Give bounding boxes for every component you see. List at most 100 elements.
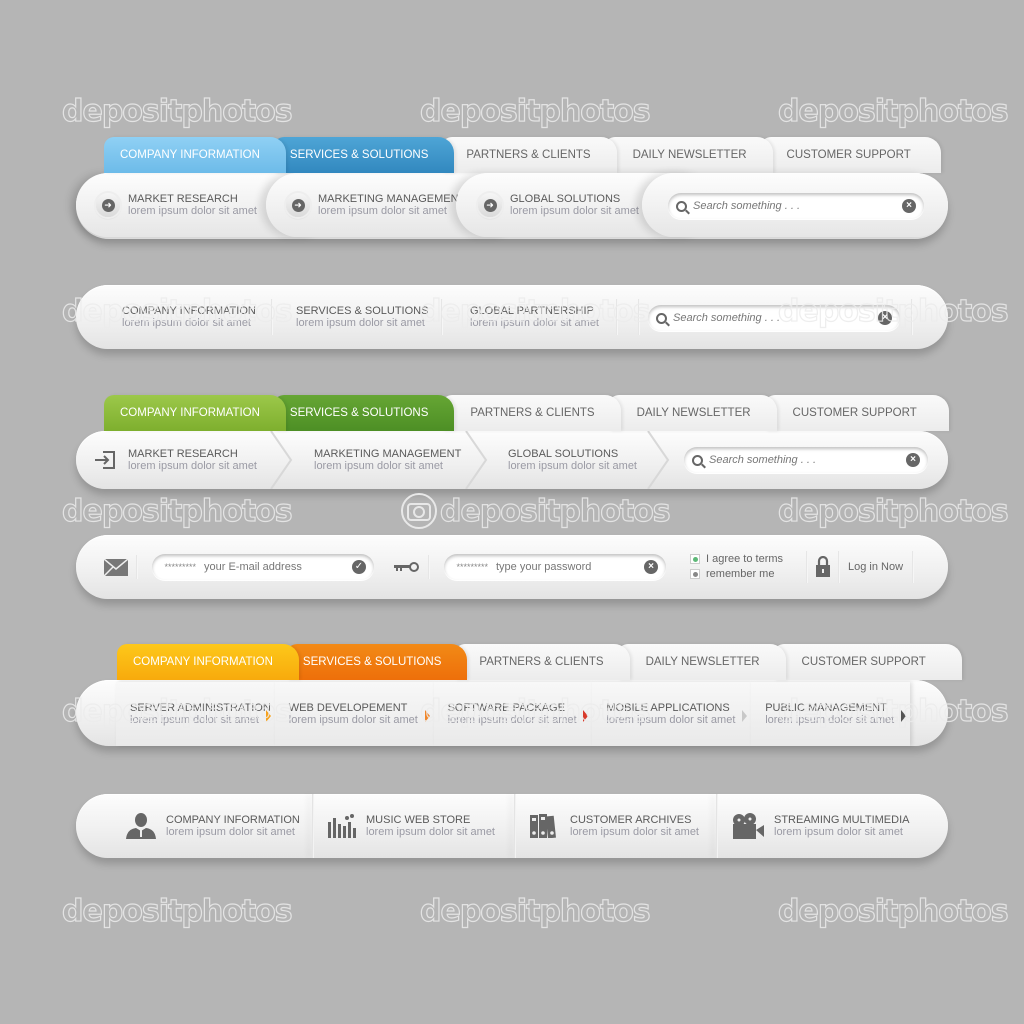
nav-item-streaming-multimedia[interactable]: STREAMING MULTIMEDIA lorem ipsum dolor si… [732, 794, 909, 858]
divider [136, 555, 138, 579]
nav-item-market-research[interactable]: MARKET RESEARCH lorem ipsum dolor sit ame… [94, 431, 257, 489]
tabs-green: COMPANY INFORMATION SERVICES & SOLUTIONS… [104, 395, 949, 431]
item-title: MARKET RESEARCH [128, 448, 238, 460]
item-subtitle: lorem ipsum dolor sit amet [314, 460, 443, 472]
search-box[interactable]: × [668, 193, 924, 219]
search-icon [676, 200, 687, 212]
item-title: WEB DEVELOPEMENT [288, 702, 408, 714]
checkbox-indicator [690, 569, 700, 579]
tab-label: SERVICES & SOLUTIONS [302, 656, 442, 668]
search-icon [692, 454, 703, 466]
arrow-right-circle-icon: ➜ [478, 193, 502, 217]
nav-item-web-development[interactable]: WEB DEVELOPEMENT lorem ipsum dolor sit am… [274, 682, 434, 746]
nav-item-global-partnership[interactable]: GLOBAL PARTNERSHIP lorem ipsum dolor sit … [470, 285, 599, 349]
clear-icon[interactable]: × [644, 560, 658, 574]
item-subtitle: lorem ipsum dolor sit amet [510, 205, 639, 217]
divider [912, 551, 914, 583]
nav-bar-icons: COMPANY INFORMATION lorem ipsum dolor sit… [76, 794, 948, 858]
tab-label: DAILY NEWSLETTER [636, 407, 751, 419]
nav-item-global-solutions[interactable]: GLOBAL SOLUTIONS lorem ipsum dolor sit am… [508, 431, 637, 489]
tab-services-solutions[interactable]: SERVICES & SOLUTIONS [273, 395, 455, 431]
tab-label: PARTNERS & CLIENTS [466, 149, 591, 161]
email-mask: ********* [164, 562, 196, 572]
agree-label: I agree to terms [706, 553, 784, 565]
tabs-orange: COMPANY INFORMATION SERVICES & SOLUTIONS… [117, 644, 962, 680]
nav-item-company-information[interactable]: COMPANY INFORMATION lorem ipsum dolor sit… [126, 794, 300, 858]
nav-item-services-solutions[interactable]: SERVICES & SOLUTIONS lorem ipsum dolor si… [296, 285, 428, 349]
nav-item-company-information[interactable]: COMPANY INFORMATION lorem ipsum dolor sit… [122, 285, 256, 349]
tab-company-information[interactable]: COMPANY INFORMATION [104, 395, 286, 431]
item-title: GLOBAL SOLUTIONS [508, 448, 619, 460]
nav-item-mobile-applications[interactable]: MOBILE APPLICATIONS lorem ipsum dolor sit… [592, 682, 752, 746]
divider [271, 299, 273, 335]
email-field[interactable]: ********* ✓ [152, 554, 374, 580]
item-title: GLOBAL SOLUTIONS [510, 193, 621, 205]
item-subtitle: lorem ipsum dolor sit amet [366, 826, 495, 838]
tab-label: DAILY NEWSLETTER [632, 149, 747, 161]
item-subtitle: lorem ipsum dolor sit amet [296, 317, 425, 329]
item-subtitle: lorem ipsum dolor sit amet [508, 460, 637, 472]
music-chart-icon [328, 814, 356, 838]
item-subtitle: lorem ipsum dolor sit amet [130, 714, 259, 726]
tab-partners-clients[interactable]: PARTNERS & CLIENTS [455, 644, 630, 680]
divider [716, 794, 718, 858]
watermark: depositphotos [439, 493, 671, 529]
watermark: depositphotos [777, 493, 1009, 529]
tab-partners-clients[interactable]: PARTNERS & CLIENTS [442, 395, 621, 431]
item-subtitle: lorem ipsum dolor sit amet [774, 826, 903, 838]
tab-daily-newsletter[interactable]: DAILY NEWSLETTER [617, 644, 786, 680]
search-input[interactable] [709, 454, 906, 466]
nav-item-music-web-store[interactable]: MUSIC WEB STORE lorem ipsum dolor sit ame… [328, 794, 495, 858]
password-field[interactable]: ********* × [444, 554, 666, 580]
nav-item-software-package[interactable]: SOFTWARE PACKAGE lorem ipsum dolor sit am… [433, 682, 593, 746]
clear-icon[interactable]: × [902, 199, 916, 213]
user-icon [126, 813, 156, 839]
tab-customer-support[interactable]: CUSTOMER SUPPORT [773, 644, 962, 680]
tab-label: PARTNERS & CLIENTS [479, 656, 604, 668]
search-input[interactable] [673, 312, 878, 324]
nav-item-public-management[interactable]: PUBLIC MANAGEMENT lorem ipsum dolor sit a… [751, 682, 910, 746]
arrow-right-icon [424, 710, 430, 722]
nav-bar-orange: SERVER ADMINISTRATION lorem ipsum dolor s… [76, 680, 948, 746]
tab-label: CUSTOMER SUPPORT [786, 149, 911, 161]
agree-terms-checkbox[interactable]: I agree to terms [690, 552, 783, 566]
search-input[interactable] [693, 200, 902, 212]
item-subtitle: lorem ipsum dolor sit amet [765, 714, 895, 726]
tab-company-information[interactable]: COMPANY INFORMATION [104, 137, 286, 173]
nav-item-marketing-management[interactable]: MARKETING MANAGEMENT lorem ipsum dolor si… [314, 431, 461, 489]
tab-services-solutions[interactable]: SERVICES & SOLUTIONS [273, 137, 455, 173]
clear-icon[interactable]: × [906, 453, 920, 467]
nav-item-customer-archives[interactable]: CUSTOMER ARCHIVES lorem ipsum dolor sit a… [530, 794, 699, 858]
nav-item-server-administration[interactable]: SERVER ADMINISTRATION lorem ipsum dolor s… [116, 682, 275, 746]
tab-daily-newsletter[interactable]: DAILY NEWSLETTER [604, 137, 773, 173]
search-section: × [642, 173, 948, 237]
search-box[interactable]: × [648, 305, 900, 331]
arrow-right-icon [742, 710, 748, 722]
watermark: depositphotos [61, 893, 293, 929]
tab-services-solutions[interactable]: SERVICES & SOLUTIONS [286, 644, 468, 680]
tab-company-information[interactable]: COMPANY INFORMATION [117, 644, 299, 680]
item-subtitle: lorem ipsum dolor sit amet [606, 714, 736, 726]
tab-daily-newsletter[interactable]: DAILY NEWSLETTER [608, 395, 777, 431]
nav-items-row: SERVER ADMINISTRATION lorem ipsum dolor s… [116, 682, 910, 746]
item-subtitle: lorem ipsum dolor sit amet [447, 714, 577, 726]
arrow-right-circle-icon: ➜ [96, 193, 120, 217]
tab-label: COMPANY INFORMATION [120, 149, 260, 161]
remember-me-checkbox[interactable]: remember me [690, 566, 783, 582]
camera-logo-icon [401, 493, 437, 529]
tab-customer-support[interactable]: CUSTOMER SUPPORT [764, 395, 949, 431]
search-icon [656, 312, 667, 324]
search-box[interactable]: × [684, 447, 928, 473]
login-button[interactable]: Log in Now [848, 561, 903, 573]
arrow-right-icon [900, 710, 906, 722]
clear-icon[interactable]: × [878, 311, 892, 325]
divider [806, 551, 808, 583]
tab-partners-clients[interactable]: PARTNERS & CLIENTS [442, 137, 617, 173]
key-icon [394, 562, 419, 572]
item-subtitle: lorem ipsum dolor sit amet [122, 317, 251, 329]
password-input[interactable] [496, 561, 638, 573]
item-title: SERVER ADMINISTRATION [130, 702, 271, 714]
email-input[interactable] [204, 561, 346, 573]
tab-customer-support[interactable]: CUSTOMER SUPPORT [760, 137, 941, 173]
item-title: CUSTOMER ARCHIVES [570, 814, 692, 826]
